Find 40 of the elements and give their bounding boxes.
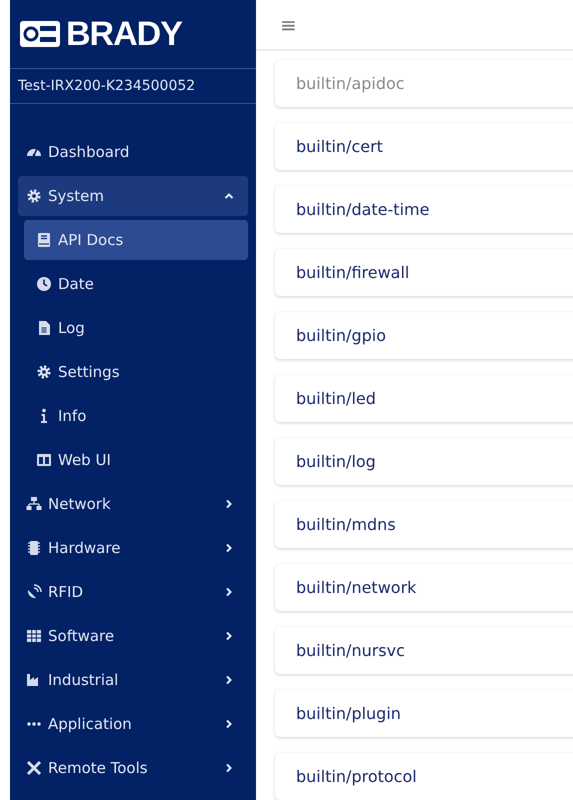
api-list-item[interactable]: builtin/plugin: [275, 690, 573, 737]
clock-icon: [36, 276, 52, 292]
sidebar-item[interactable]: RFID: [18, 572, 248, 612]
network-icon: [26, 496, 42, 512]
sidebar-item[interactable]: Industrial: [18, 660, 248, 700]
sidebar-item[interactable]: Software: [18, 616, 248, 656]
logo-text: BRADY: [66, 14, 182, 54]
gear-icon: [26, 188, 42, 204]
api-list-item[interactable]: builtin/date-time: [275, 186, 573, 233]
api-list-item[interactable]: builtin/mdns: [275, 501, 573, 548]
gear-icon: [36, 364, 52, 380]
columns-icon: [36, 452, 52, 468]
sidebar-item[interactable]: Remote Tools: [18, 748, 248, 788]
grid-icon: [26, 628, 42, 644]
api-list-item[interactable]: builtin/gpio: [275, 312, 573, 359]
sidebar-subitem[interactable]: Log: [24, 308, 248, 348]
sidebar-item[interactable]: System: [18, 176, 248, 216]
sidebar-subitem[interactable]: Web UI: [24, 440, 248, 480]
menu-button[interactable]: ≡: [280, 12, 297, 36]
sidebar-item[interactable]: Application: [18, 704, 248, 744]
book-icon: [36, 232, 52, 248]
file-icon: [36, 320, 52, 336]
api-list-item[interactable]: builtin/protocol: [275, 753, 573, 800]
sidebar-item[interactable]: Dashboard: [18, 132, 248, 172]
api-list-item[interactable]: builtin/nursvc: [275, 627, 573, 674]
device-name: Test-IRX200-K234500052: [10, 68, 256, 104]
logo-icon: [20, 21, 60, 47]
api-list-item[interactable]: builtin/cert: [275, 123, 573, 170]
sidebar-item[interactable]: Network: [18, 484, 248, 524]
sidebar-subitem[interactable]: API Docs: [24, 220, 248, 260]
sidebar-subitem[interactable]: Info: [24, 396, 248, 436]
sidebar-subitem[interactable]: Date: [24, 264, 248, 304]
api-list-item[interactable]: builtin/log: [275, 438, 573, 485]
chip-icon: [26, 540, 42, 556]
sidebar-item[interactable]: Hardware: [18, 528, 248, 568]
api-list-item[interactable]: builtin/led: [275, 375, 573, 422]
api-list-item[interactable]: builtin/network: [275, 564, 573, 611]
api-list-item[interactable]: builtin/firewall: [275, 249, 573, 296]
satellite-dish-icon: [26, 584, 42, 600]
sidebar-subitem[interactable]: Settings: [24, 352, 248, 392]
